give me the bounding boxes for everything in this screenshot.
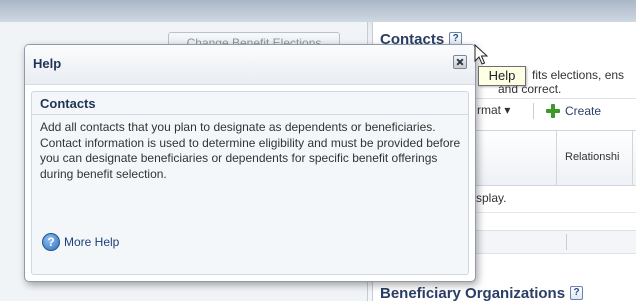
create-button-label: Create — [565, 104, 602, 118]
mouse-pointer-icon — [474, 44, 488, 65]
no-data-message: splay. — [476, 191, 507, 205]
top-banner — [0, 0, 636, 22]
help-content-box: Contacts Add all contacts that you plan … — [31, 91, 469, 275]
footer-separator — [566, 234, 567, 250]
help-circle-icon: ? — [42, 233, 60, 251]
contacts-description-line1: fits elections, ens — [532, 68, 625, 82]
help-dialog-title: Help — [33, 56, 62, 71]
help-dialog: Help Contacts Add all contacts that you … — [24, 44, 476, 282]
close-icon[interactable] — [453, 55, 467, 69]
help-dialog-titlebar: Help — [25, 45, 475, 85]
help-content-divider — [32, 114, 468, 115]
help-icon[interactable]: ? — [570, 286, 584, 300]
more-help-link[interactable]: ? More Help — [42, 232, 119, 252]
beneficiary-organizations-header: Beneficiary Organizations ? — [380, 283, 584, 301]
help-content-title: Contacts — [40, 96, 96, 111]
format-menu[interactable]: rmat ▾ — [477, 103, 510, 117]
column-header-relationship[interactable]: Relationshi — [565, 151, 631, 163]
toolbar-separator — [533, 103, 534, 119]
beneficiary-organizations-title: Beneficiary Organizations — [380, 284, 566, 301]
more-help-label: More Help — [64, 235, 120, 249]
help-tooltip: Help — [478, 66, 526, 86]
column-separator — [556, 131, 557, 185]
create-button[interactable]: Create — [546, 102, 601, 120]
column-separator — [632, 131, 633, 185]
plus-icon — [546, 104, 560, 118]
help-content-body: Add all contacts that you plan to design… — [40, 120, 461, 181]
